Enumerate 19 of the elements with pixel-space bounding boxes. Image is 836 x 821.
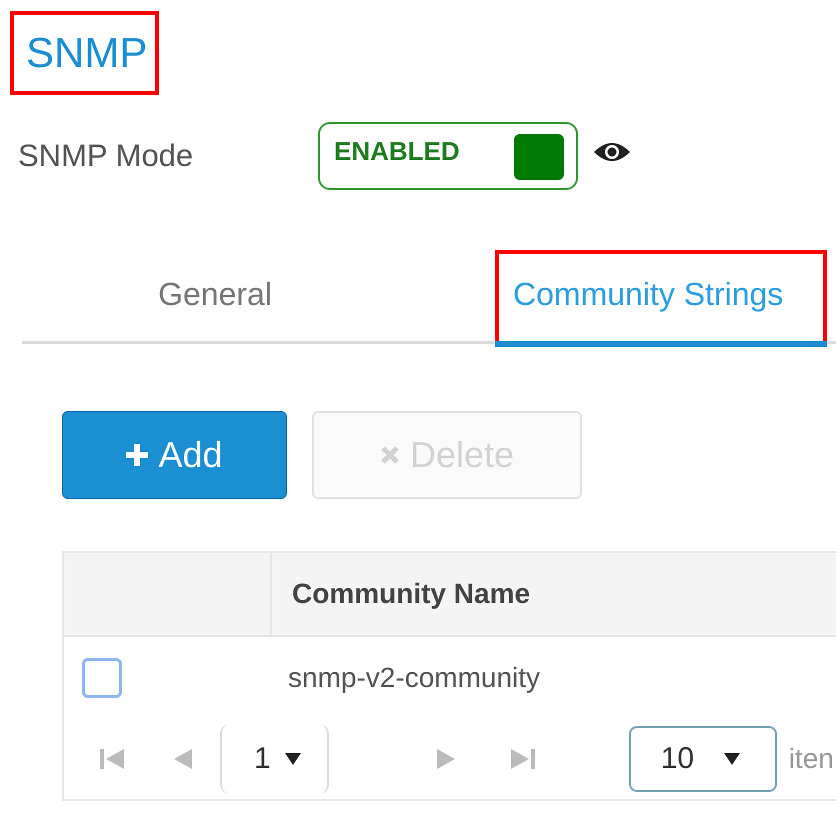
checkbox[interactable] (82, 658, 122, 698)
table-cell-text: snmp-v2-community (287, 662, 540, 694)
page-dropdown[interactable]: 1 (220, 724, 329, 794)
caret-icon (284, 753, 301, 765)
caret-icon (724, 753, 740, 765)
eye-icon[interactable] (592, 140, 632, 164)
close-icon (380, 445, 400, 465)
plus-icon (126, 444, 148, 466)
field-label: SNMP Mode (18, 138, 194, 174)
page-size-dropdown[interactable]: 10 (628, 726, 777, 792)
page-number: 1 (254, 742, 271, 776)
column-header: Community Name (291, 577, 530, 611)
tab[interactable]: General (26, 254, 390, 341)
toggle-switch[interactable]: ENABLED (318, 122, 578, 190)
page-title: SNMP (26, 28, 148, 78)
page-size-label: iten (788, 743, 834, 775)
tab[interactable]: Community Strings (499, 254, 784, 341)
add-button[interactable]: Add (62, 411, 287, 499)
page-size-value: 10 (660, 742, 694, 776)
